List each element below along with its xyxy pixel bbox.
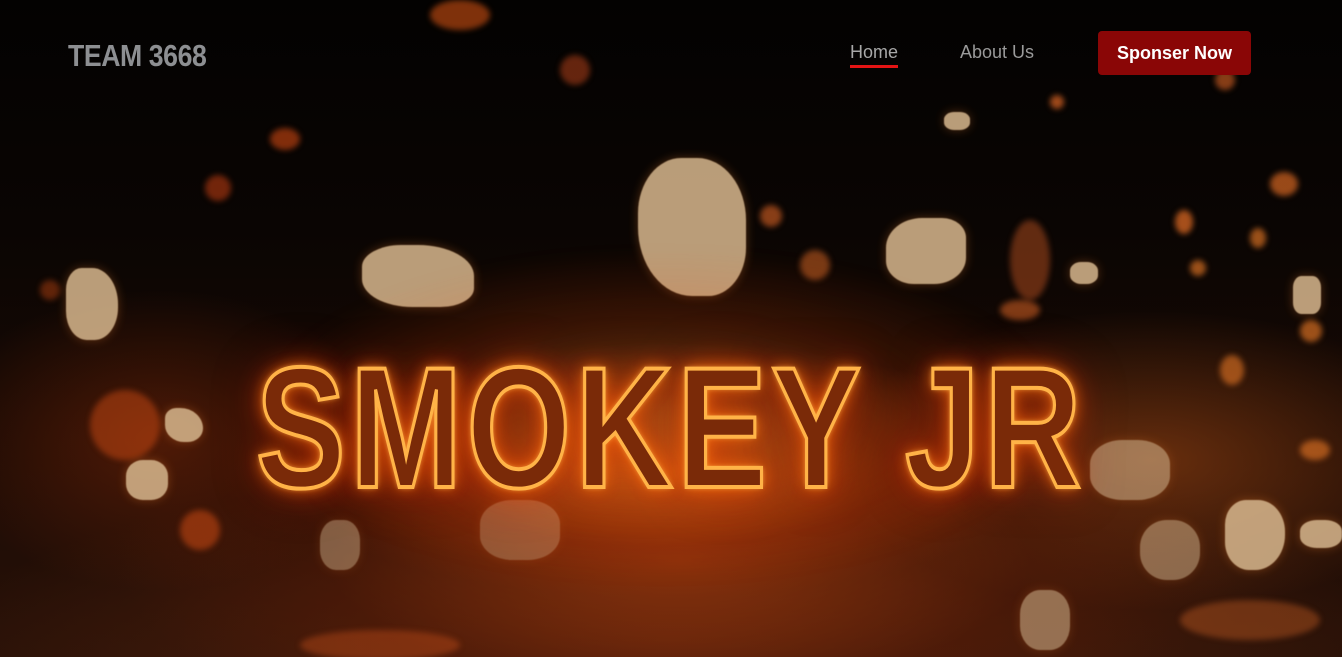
hero-title: SMOKEY JR [254, 332, 1086, 524]
ember [1250, 228, 1266, 248]
rock-fragment [1293, 276, 1321, 314]
nav-link-about-us[interactable]: About Us [960, 42, 1034, 63]
ember [270, 128, 300, 150]
rock-fragment [1225, 500, 1285, 570]
rock-fragment [1300, 520, 1342, 548]
ember [1300, 440, 1330, 460]
rock-fragment [1020, 590, 1070, 650]
ember [1180, 600, 1320, 640]
ember [1300, 320, 1322, 342]
page: SMOKEY JR TEAM 3668 Home About Us Sponse… [0, 0, 1342, 657]
ember [1220, 355, 1244, 385]
ember [1190, 260, 1206, 276]
ember [1175, 210, 1193, 234]
ember [1270, 172, 1298, 196]
rock-fragment [944, 112, 970, 130]
sponsor-now-button[interactable]: Sponser Now [1098, 31, 1251, 75]
rock-fragment [1140, 520, 1200, 580]
ember [300, 630, 460, 657]
nav-link-home[interactable]: Home [850, 42, 899, 68]
top-navigation: TEAM 3668 Home About Us Sponser Now [0, 0, 1342, 100]
ember [40, 280, 60, 300]
rock-fragment [1070, 262, 1098, 284]
ember [760, 205, 782, 227]
ember [205, 175, 231, 201]
rock-fragment [66, 268, 118, 340]
site-logo[interactable]: TEAM 3668 [68, 38, 207, 74]
